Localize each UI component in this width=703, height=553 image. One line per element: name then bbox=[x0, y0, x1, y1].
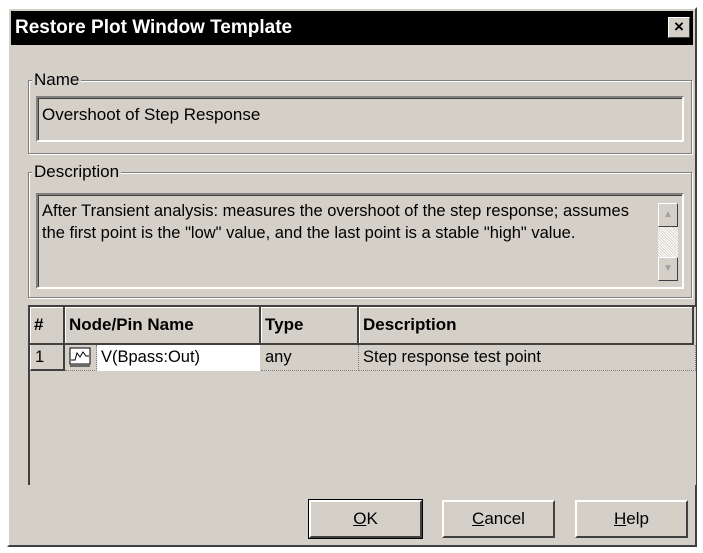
cancel-button[interactable]: Cancel bbox=[442, 500, 555, 538]
scroll-up-button[interactable]: ▲ bbox=[658, 203, 678, 227]
column-header-index[interactable]: # bbox=[30, 307, 65, 345]
close-icon: × bbox=[674, 17, 684, 36]
name-group-label: Name bbox=[32, 70, 82, 89]
close-button[interactable]: × bbox=[668, 17, 690, 38]
waveform-icon bbox=[69, 347, 91, 367]
ok-button[interactable]: OK bbox=[308, 499, 423, 539]
column-header-description[interactable]: Description bbox=[359, 307, 694, 345]
help-label-rest: elp bbox=[626, 509, 649, 528]
description-text: After Transient analysis: measures the o… bbox=[42, 202, 629, 242]
cancel-mnemonic: C bbox=[472, 509, 485, 528]
node-table: # Node/Pin Name Type Description 1 V(Bpa… bbox=[28, 305, 696, 485]
name-field[interactable]: Overshoot of Step Response bbox=[36, 96, 684, 142]
help-mnemonic: H bbox=[614, 509, 627, 528]
cancel-label-rest: ancel bbox=[484, 509, 525, 528]
row-index-cell[interactable]: 1 bbox=[30, 345, 65, 371]
scroll-track[interactable] bbox=[658, 227, 678, 257]
node-name-cell[interactable]: V(Bpass:Out) bbox=[97, 345, 260, 371]
column-header-type[interactable]: Type bbox=[261, 307, 359, 345]
ok-mnemonic: O bbox=[353, 509, 367, 528]
help-button[interactable]: Help bbox=[575, 500, 688, 538]
description-group-label: Description bbox=[32, 162, 122, 181]
node-icon-cell[interactable] bbox=[65, 345, 97, 371]
description-scrollbar[interactable]: ▲ ▼ bbox=[658, 203, 678, 281]
table-header: # Node/Pin Name Type Description bbox=[30, 307, 696, 345]
restore-plot-window-template-dialog: Restore Plot Window Template × Name Over… bbox=[7, 7, 697, 547]
description-cell[interactable]: Step response test point bbox=[359, 345, 696, 371]
name-field-value: Overshoot of Step Response bbox=[42, 105, 261, 124]
scroll-up-arrow-icon: ▲ bbox=[663, 209, 673, 220]
type-cell[interactable]: any bbox=[261, 345, 359, 371]
title-bar[interactable]: Restore Plot Window Template × bbox=[11, 11, 693, 45]
table-row[interactable]: 1 V(Bpass:Out) any Step response test po… bbox=[30, 345, 696, 371]
column-header-node[interactable]: Node/Pin Name bbox=[65, 307, 261, 345]
dialog-title: Restore Plot Window Template bbox=[15, 17, 293, 38]
scroll-down-arrow-icon: ▼ bbox=[663, 263, 673, 274]
ok-label-rest: K bbox=[366, 509, 378, 528]
description-field[interactable]: After Transient analysis: measures the o… bbox=[36, 193, 684, 289]
scroll-down-button[interactable]: ▼ bbox=[658, 257, 678, 281]
